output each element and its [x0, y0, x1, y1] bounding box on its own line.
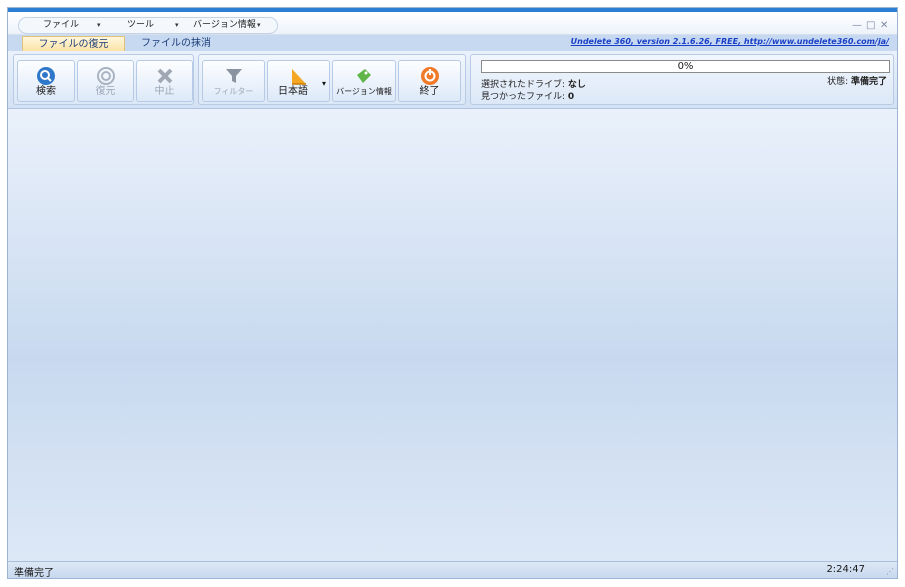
state-label: 状態:	[827, 77, 849, 87]
found-files-label: 見つかったファイル:	[481, 92, 566, 102]
menu-version-dropdown-icon[interactable]: ▾	[257, 18, 261, 33]
filter-button-label: フィルター	[213, 87, 254, 96]
menu-pill: ファイル ▾ ツール ▾ バージョン情報 ▾	[18, 17, 278, 34]
app-window: ファイル ▾ ツール ▾ バージョン情報 ▾ — □ ✕ ファイルの復元 ファイ…	[7, 7, 898, 579]
exit-button[interactable]: 終了	[398, 60, 461, 102]
tab-file-wipe[interactable]: ファイルの抹消	[136, 36, 216, 51]
version-info-button-label: バージョン情報	[336, 87, 392, 96]
filter-icon	[225, 69, 242, 83]
status-bar: 準備完了 2:24:47 ⋰	[8, 561, 897, 579]
ribbon-group-settings: フィルター 日本語 ▾ バージョン情報 終了	[198, 54, 466, 105]
status-time: 2:24:47	[826, 564, 865, 575]
menu-tools-dropdown-icon[interactable]: ▾	[175, 18, 179, 33]
menu-version[interactable]: バージョン情報	[193, 18, 256, 33]
menu-file-dropdown-icon[interactable]: ▾	[97, 18, 101, 33]
version-icon	[357, 69, 371, 83]
results-area[interactable]	[8, 109, 897, 562]
ribbon: 検索 復元 中止 フィルター 日本語 ▾ バージョン情報 終了 0% 選択された…	[8, 51, 897, 109]
menu-bar: ファイル ▾ ツール ▾ バージョン情報 ▾ — □ ✕	[8, 12, 897, 35]
maximize-icon[interactable]: □	[866, 20, 875, 31]
status-text: 準備完了	[14, 568, 54, 579]
close-icon[interactable]: ✕	[880, 20, 888, 31]
version-info-button[interactable]: バージョン情報	[332, 60, 396, 102]
recover-button[interactable]: 復元	[77, 60, 134, 102]
stop-button[interactable]: 中止	[136, 60, 193, 102]
filter-button[interactable]: フィルター	[202, 60, 265, 102]
found-files-value: 0	[567, 92, 575, 102]
recover-button-label: 復元	[95, 86, 116, 97]
search-button-label: 検索	[36, 86, 56, 97]
search-button[interactable]: 検索	[17, 60, 75, 102]
version-link[interactable]: Undelete 360, version 2.1.6.26, FREE, ht…	[571, 37, 889, 46]
menu-file[interactable]: ファイル	[43, 18, 79, 33]
language-button[interactable]: 日本語 ▾	[267, 60, 330, 102]
minimize-icon[interactable]: —	[852, 20, 862, 31]
progress-bar: 0%	[481, 60, 890, 73]
found-files-info: 見つかったファイル: 0	[481, 89, 574, 102]
menu-tools[interactable]: ツール	[127, 18, 154, 33]
state-value: 準備完了	[850, 77, 887, 87]
resize-grip-icon[interactable]: ⋰	[886, 567, 894, 576]
tab-file-recovery[interactable]: ファイルの復元	[22, 36, 125, 51]
ribbon-group-actions: 検索 復元 中止	[13, 54, 194, 105]
status-panel: 0% 選択されたドライブ: なし 見つかったファイル: 0 状態: 準備完了	[470, 54, 894, 105]
exit-button-label: 終了	[419, 86, 440, 97]
stop-button-label: 中止	[154, 86, 175, 97]
language-dropdown-icon[interactable]: ▾	[322, 79, 326, 88]
state-info: 状態: 準備完了	[827, 74, 887, 87]
